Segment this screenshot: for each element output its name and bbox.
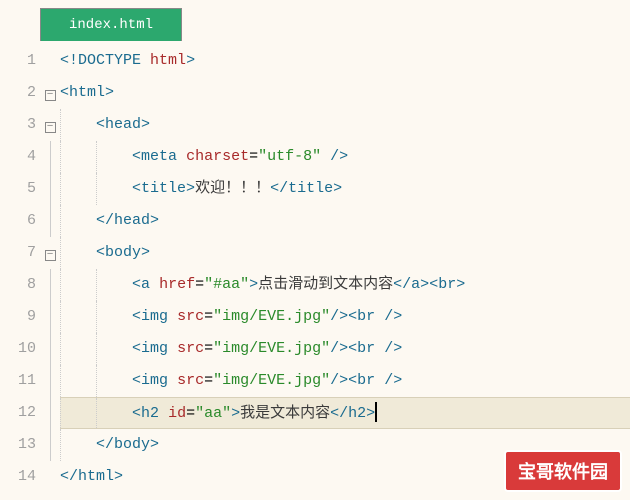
minus-icon: − bbox=[45, 90, 56, 101]
line-number: 9 bbox=[0, 301, 36, 333]
fold-toggle[interactable]: − bbox=[40, 77, 60, 109]
line-number: 11 bbox=[0, 365, 36, 397]
line-number: 2 bbox=[0, 77, 36, 109]
fold-cell bbox=[40, 397, 60, 429]
line-number: 7 bbox=[0, 237, 36, 269]
fold-cell bbox=[40, 45, 60, 77]
fold-cell bbox=[40, 429, 60, 461]
code-line: <title>欢迎！！！</title> bbox=[60, 173, 630, 205]
tab-bar: index.html bbox=[0, 0, 630, 41]
code-area[interactable]: <!DOCTYPE html> <html> <head> <meta char… bbox=[60, 45, 630, 493]
code-line: <a href="#aa">点击滑动到文本内容</a><br> bbox=[60, 269, 630, 301]
line-number: 3 bbox=[0, 109, 36, 141]
line-number: 6 bbox=[0, 205, 36, 237]
fold-cell bbox=[40, 173, 60, 205]
minus-icon: − bbox=[45, 122, 56, 133]
code-line: <html> bbox=[60, 77, 630, 109]
fold-cell bbox=[40, 365, 60, 397]
code-line: <body> bbox=[60, 237, 630, 269]
line-number-gutter: 1 2 3 4 5 6 7 8 9 10 11 12 13 14 bbox=[0, 45, 40, 493]
line-number: 13 bbox=[0, 429, 36, 461]
watermark-badge: 宝哥软件园 bbox=[504, 450, 622, 492]
code-line: <img src="img/EVE.jpg"/><br /> bbox=[60, 333, 630, 365]
line-number: 5 bbox=[0, 173, 36, 205]
code-line-active: <h2 id="aa">我是文本内容</h2> bbox=[60, 397, 630, 429]
line-number: 10 bbox=[0, 333, 36, 365]
fold-cell bbox=[40, 205, 60, 237]
fold-cell bbox=[40, 141, 60, 173]
fold-column: − − − bbox=[40, 45, 60, 493]
file-tab[interactable]: index.html bbox=[40, 8, 182, 41]
minus-icon: − bbox=[45, 250, 56, 261]
code-line: <head> bbox=[60, 109, 630, 141]
code-line: </head> bbox=[60, 205, 630, 237]
fold-cell bbox=[40, 301, 60, 333]
line-number: 1 bbox=[0, 45, 36, 77]
line-number: 8 bbox=[0, 269, 36, 301]
text-cursor bbox=[375, 402, 377, 422]
code-editor[interactable]: 1 2 3 4 5 6 7 8 9 10 11 12 13 14 − − − <… bbox=[0, 41, 630, 493]
code-line: <meta charset="utf-8" /> bbox=[60, 141, 630, 173]
code-line: <!DOCTYPE html> bbox=[60, 45, 630, 77]
fold-cell bbox=[40, 333, 60, 365]
line-number: 4 bbox=[0, 141, 36, 173]
fold-toggle[interactable]: − bbox=[40, 109, 60, 141]
line-number: 12 bbox=[0, 397, 36, 429]
fold-cell bbox=[40, 461, 60, 493]
code-line: <img src="img/EVE.jpg"/><br /> bbox=[60, 301, 630, 333]
line-number: 14 bbox=[0, 461, 36, 493]
code-line: <img src="img/EVE.jpg"/><br /> bbox=[60, 365, 630, 397]
fold-cell bbox=[40, 269, 60, 301]
fold-toggle[interactable]: − bbox=[40, 237, 60, 269]
